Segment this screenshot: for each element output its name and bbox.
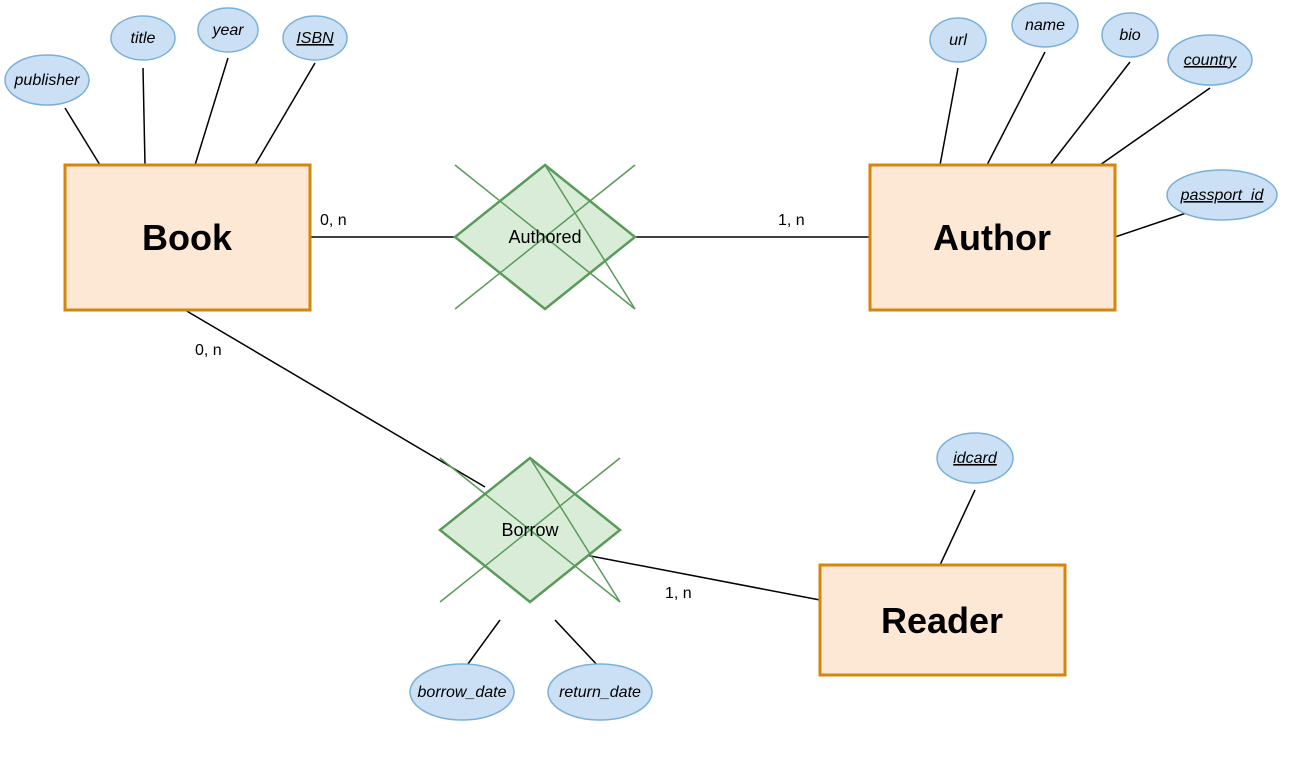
passportid-attr-label: passport_id	[1180, 187, 1265, 204]
cardinality-book-borrow: 0, n	[195, 342, 222, 359]
author-name-line	[987, 52, 1045, 165]
cardinality-authored-author: 1, n	[778, 212, 805, 229]
country-attr-label: country	[1184, 52, 1237, 69]
borrow-reader-line	[575, 553, 820, 600]
book-publisher-line	[65, 108, 100, 165]
authored-relation-label: Authored	[508, 227, 581, 247]
returndate-attr-label: return_date	[559, 684, 641, 701]
isbn-attr-label: ISBN	[296, 30, 334, 47]
name-attr-label: name	[1025, 17, 1065, 34]
reader-idcard-line	[940, 490, 975, 565]
borrow-borrowdate-line	[465, 620, 500, 668]
book-entity-label: Book	[142, 217, 233, 258]
book-year-line	[195, 58, 228, 165]
cardinality-book-authored: 0, n	[320, 212, 347, 229]
borrow-relation-label: Borrow	[501, 520, 559, 540]
er-diagram: Book Author Reader Authored Borrow publi…	[0, 0, 1310, 772]
reader-entity-label: Reader	[881, 600, 1003, 641]
title-attr-label: title	[131, 30, 156, 47]
bio-attr-label: bio	[1119, 27, 1140, 44]
borrowdate-attr-label: borrow_date	[418, 684, 507, 701]
idcard-attr-label: idcard	[953, 450, 998, 467]
url-attr-label: url	[949, 32, 967, 49]
publisher-attr-label: publisher	[14, 72, 81, 89]
book-isbn-line	[255, 63, 315, 165]
year-attr-label: year	[211, 22, 244, 39]
cardinality-borrow-reader: 1, n	[665, 585, 692, 602]
author-entity-label: Author	[933, 217, 1051, 258]
author-country-line	[1100, 88, 1210, 165]
borrow-returndate-line	[555, 620, 600, 668]
author-url-line	[940, 68, 958, 165]
book-borrow-line	[185, 310, 485, 487]
book-title-line	[143, 68, 145, 165]
author-bio-line	[1050, 62, 1130, 165]
